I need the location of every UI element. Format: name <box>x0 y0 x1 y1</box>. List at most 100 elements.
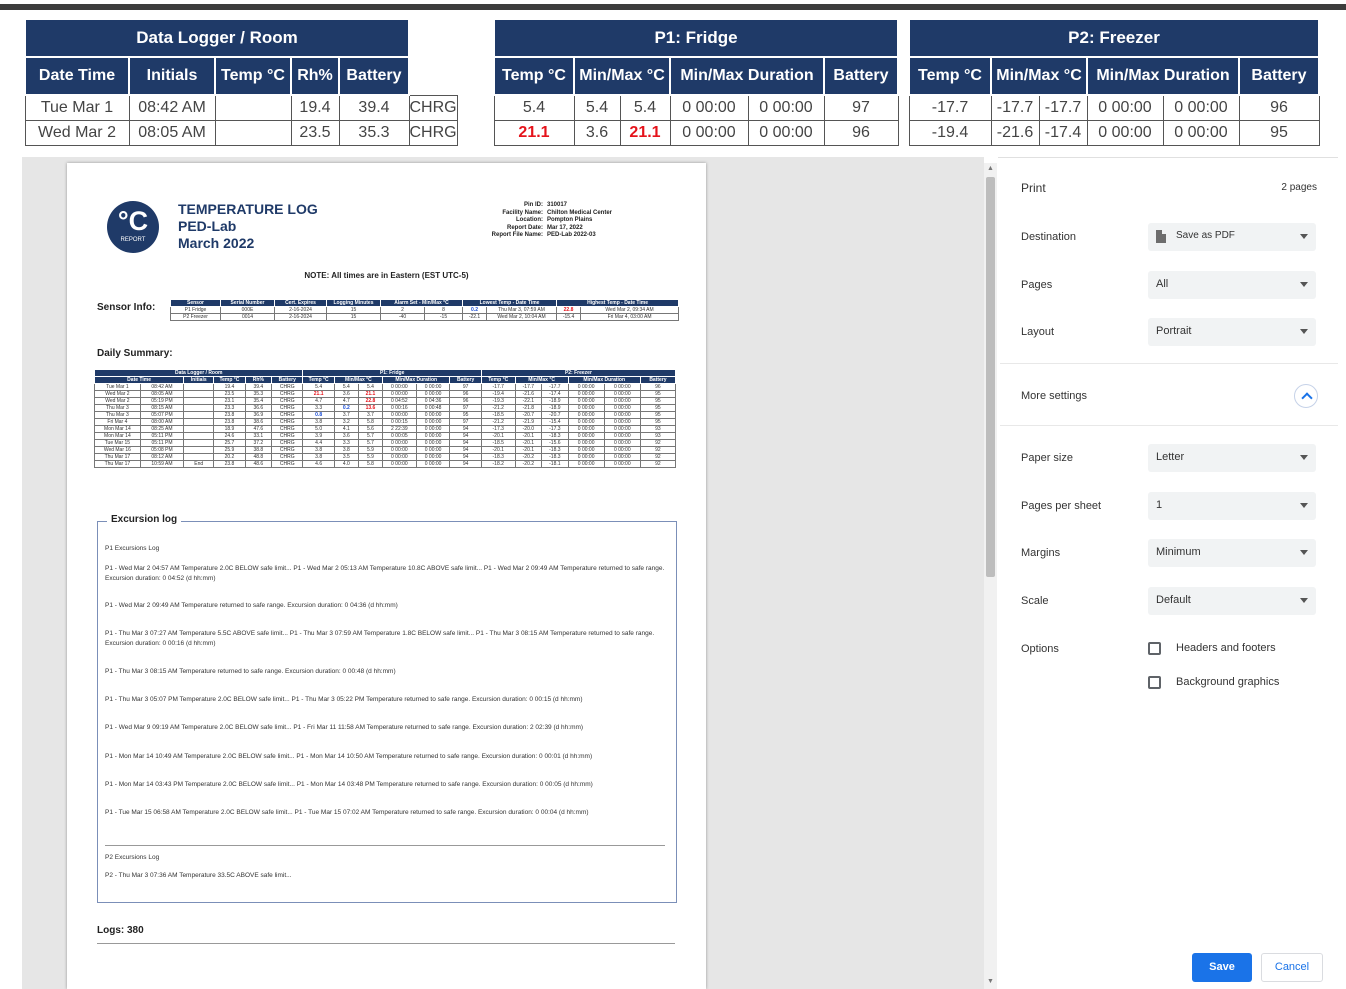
table-row: -19.4 -21.6 -17.4 0 00:00 0 00:00 95 <box>908 119 1320 146</box>
table-cell: 05:08 PM <box>139 446 185 454</box>
chevron-down-icon <box>1300 234 1308 239</box>
table-cell: -18.5 <box>480 411 516 419</box>
table-cell: -20.7 <box>541 411 569 419</box>
timezone-note: NOTE: All times are in Eastern (EST UTC-… <box>304 271 469 280</box>
more-settings-label[interactable]: More settings <box>1021 390 1087 402</box>
scrollbar-thumb[interactable] <box>986 177 995 577</box>
table-cell: 0.2 <box>462 306 488 314</box>
headers-footers-checkbox[interactable] <box>1148 642 1161 655</box>
table-cell: -18.3 <box>541 453 569 461</box>
table-cell: 3.7 <box>357 411 384 419</box>
table-cell: -17.7 <box>541 383 569 391</box>
table-cell: 0 00:00 <box>603 425 641 433</box>
excursion-entry: P1 - Thu Mar 3 08:15 AM Temperature retu… <box>105 668 396 675</box>
table-cell: 25.7 <box>213 439 246 447</box>
table-cell: 4.1 <box>333 425 359 433</box>
background-graphics-label[interactable]: Background graphics <box>1176 676 1279 688</box>
table-cell: Fri Mar 4, 03:00 AM <box>580 313 680 321</box>
table-cell: 0 00:00 <box>567 390 605 398</box>
col-room-battery: Battery <box>338 56 410 96</box>
chevron-down-icon <box>1300 329 1308 334</box>
save-button[interactable]: Save <box>1192 953 1252 982</box>
background-graphics-checkbox[interactable] <box>1148 676 1161 689</box>
table-cell: 0.2 <box>333 404 359 412</box>
preview-page: °C REPORT TEMPERATURE LOG PED-Lab March … <box>67 163 706 989</box>
table-cell: 05:19 PM <box>139 397 185 405</box>
layout-select[interactable]: Portrait <box>1148 318 1316 346</box>
table-cell: 05:11 PM <box>139 439 185 447</box>
table-cell: 0.8 <box>302 411 335 419</box>
headers-footers-label[interactable]: Headers and footers <box>1176 642 1276 654</box>
table-cell: -20.7 <box>514 411 543 419</box>
table-cell: CHRG <box>271 432 304 440</box>
chevron-up-icon[interactable] <box>1294 384 1318 408</box>
table-cell: 18.9 <box>213 425 246 433</box>
table-cell: 5.4 <box>333 383 359 391</box>
table-row: Mon Mar 14 08:25 AM 18.9 47.6 CHRG 5.0 4.1 5.6 2… <box>94 425 677 433</box>
table-cell: CHRG <box>271 404 304 412</box>
table-cell: 23.3 <box>213 404 246 412</box>
cancel-button[interactable]: Cancel <box>1261 953 1323 982</box>
table-cell: 0 00:00 <box>382 446 417 454</box>
table-cell: 95 <box>639 397 677 405</box>
scroll-down-arrow-icon[interactable]: ▼ <box>984 978 997 985</box>
destination-select[interactable]: Save as PDF <box>1148 223 1316 251</box>
table-cell: 0 00:05 <box>382 432 417 440</box>
table-cell: 5.6 <box>357 425 384 433</box>
cell-time: 08:42 AM <box>128 94 216 121</box>
table-cell: 0 00:00 <box>415 432 451 440</box>
sensor-info-table: Sensor Serial Number Cert. Expires Loggi… <box>170 299 680 321</box>
table-cell: CHRG <box>271 397 304 405</box>
table-cell: 92 <box>639 460 677 468</box>
scroll-up-arrow-icon[interactable]: ▲ <box>984 165 997 172</box>
table-cell: Thu Mar 17 <box>94 453 141 461</box>
cell-p1-min-duration: 0 00:00 <box>669 119 749 146</box>
table-cell: 0 00:00 <box>567 439 605 447</box>
table-cell: 0 00:00 <box>603 418 641 426</box>
pages-select[interactable]: All <box>1148 271 1316 299</box>
table-cell: CHRG <box>271 439 304 447</box>
table-cell: 3.6 <box>333 390 359 398</box>
table-cell: Fri Mar 4 <box>94 418 141 426</box>
table-cell: 0 00:00 <box>415 418 451 426</box>
col-room-temp: Temp °C <box>214 56 292 96</box>
table-cell: 33.1 <box>244 432 273 440</box>
table-cell: Tue Mar 15 <box>94 439 141 447</box>
table-cell <box>183 390 215 398</box>
table-cell: 19.4 <box>213 383 246 391</box>
table-cell: -22.1 <box>462 313 488 321</box>
table-cell: 95 <box>449 411 482 419</box>
cell-p1-min: 5.4 <box>573 94 621 121</box>
scale-select[interactable]: Default <box>1148 587 1316 615</box>
table-row: Fri Mar 4 08:00 AM 23.8 38.6 CHRG 3.8 3.2 5.8 0 … <box>94 418 677 426</box>
logs-divider <box>97 943 675 944</box>
excursion-entry: P1 - Wed Mar 9 09:19 AM Temperature 2.0C… <box>105 724 584 731</box>
margins-label: Margins <box>1021 547 1061 559</box>
margins-select[interactable]: Minimum <box>1148 539 1316 567</box>
table-row: Thu Mar 17 10:59 AM End 23.8 48.6 CHRG 4.6 4.0 5… <box>94 460 677 468</box>
col-date-time: Date Time <box>24 56 130 96</box>
table-cell: 23.1 <box>213 397 246 405</box>
table-cell: 38.8 <box>244 446 273 454</box>
table-row: Tue Mar 1 08:42 AM 19.4 39.4 CHRG <box>24 94 458 121</box>
table-cell: 0 00:00 <box>415 453 451 461</box>
p2-excursions-title: P2 Excursions Log <box>105 854 160 861</box>
table-cell: 93 <box>639 432 677 440</box>
table-cell: 5.9 <box>357 453 384 461</box>
table-cell: -21.8 <box>514 404 543 412</box>
scale-label: Scale <box>1021 595 1049 607</box>
table-cell: 0 04:36 <box>415 397 451 405</box>
table-cell: 94 <box>449 453 482 461</box>
table-cell: 97 <box>449 418 482 426</box>
table-cell: 0 00:00 <box>567 446 605 454</box>
pages-per-sheet-select[interactable]: 1 <box>1148 492 1316 520</box>
col-initials: Initials <box>128 56 216 96</box>
table-cell: -20.1 <box>514 439 543 447</box>
col-rh: Rh% <box>290 56 340 96</box>
table-cell: 0 00:00 <box>603 432 641 440</box>
table-cell: -18.1 <box>541 460 569 468</box>
paper-size-select[interactable]: Letter <box>1148 444 1316 472</box>
cell-p1-min: 3.6 <box>573 119 621 146</box>
table-cell: 5.8 <box>357 418 384 426</box>
table-row: Tue Mar 1 08:42 AM 19.4 39.4 CHRG 5.4 5.4 5.4 0 … <box>94 383 677 391</box>
